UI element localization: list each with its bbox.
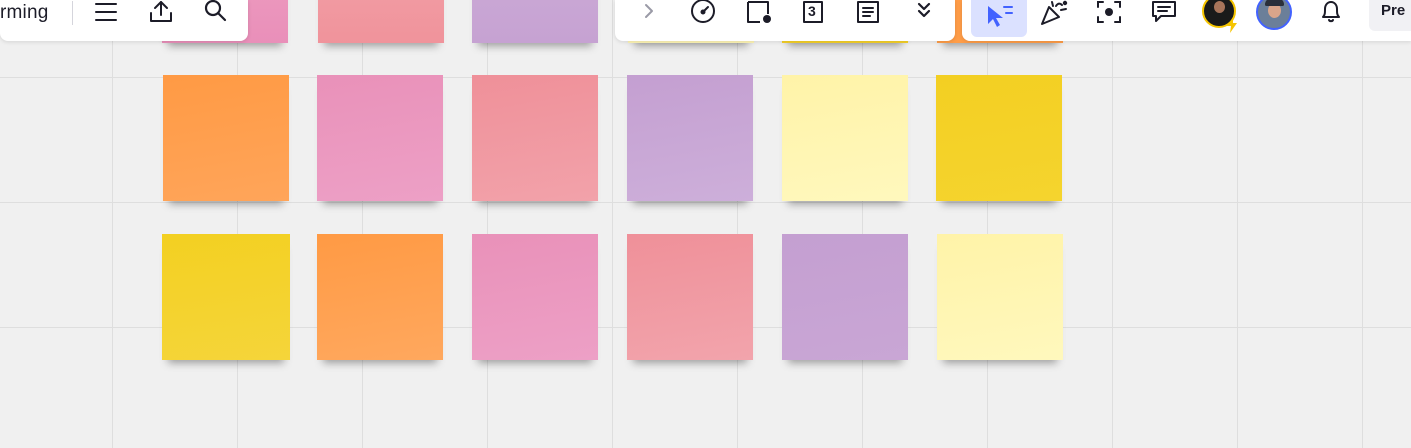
board-toolbar: rming bbox=[0, 0, 248, 41]
select-pointer-button[interactable] bbox=[971, 0, 1027, 37]
sticky-note[interactable] bbox=[782, 234, 908, 360]
sticky-note[interactable] bbox=[627, 75, 753, 201]
sticky-note[interactable] bbox=[162, 234, 290, 360]
present-label: Pre bbox=[1381, 2, 1406, 19]
sticky-note[interactable] bbox=[472, 75, 598, 201]
sticky-note[interactable] bbox=[472, 234, 598, 360]
select-pointer-icon bbox=[986, 4, 1014, 30]
sticky-note[interactable] bbox=[627, 234, 753, 360]
celebrate-icon[interactable] bbox=[1040, 0, 1068, 26]
bell-icon[interactable] bbox=[1319, 0, 1343, 24]
sticky-note[interactable] bbox=[317, 75, 443, 201]
card-icon[interactable] bbox=[745, 0, 773, 24]
sticky-note[interactable] bbox=[472, 0, 598, 43]
collab-toolbar: Pre bbox=[962, 0, 1411, 41]
sticky-note[interactable] bbox=[782, 75, 908, 201]
avatar-2[interactable] bbox=[1256, 0, 1292, 30]
sticky-note[interactable] bbox=[318, 0, 444, 43]
sticky-note[interactable] bbox=[163, 75, 289, 201]
sticky-note[interactable] bbox=[317, 234, 443, 360]
tools-toolbar: 3 bbox=[615, 0, 955, 41]
lightning-badge-icon bbox=[1226, 17, 1238, 33]
sticky-note[interactable] bbox=[936, 75, 1062, 201]
menu-icon[interactable] bbox=[94, 0, 118, 24]
comments-icon[interactable] bbox=[1151, 0, 1177, 24]
sticky-note[interactable] bbox=[937, 234, 1063, 360]
present-button[interactable]: Pre bbox=[1369, 0, 1411, 31]
focus-icon[interactable] bbox=[1096, 0, 1122, 24]
upload-icon[interactable] bbox=[148, 0, 174, 24]
calendar-number: 3 bbox=[808, 3, 816, 19]
board-title[interactable]: rming bbox=[0, 2, 49, 24]
chevron-right-icon[interactable] bbox=[642, 2, 656, 20]
avatar-hat bbox=[1265, 0, 1284, 6]
chevrons-down-icon[interactable] bbox=[915, 0, 933, 22]
document-icon[interactable] bbox=[856, 0, 880, 24]
timer-icon[interactable] bbox=[690, 0, 716, 24]
calendar-icon[interactable]: 3 bbox=[802, 0, 824, 24]
toolbar-divider bbox=[72, 1, 73, 25]
search-icon[interactable] bbox=[204, 0, 228, 24]
avatar-face bbox=[1214, 1, 1225, 13]
